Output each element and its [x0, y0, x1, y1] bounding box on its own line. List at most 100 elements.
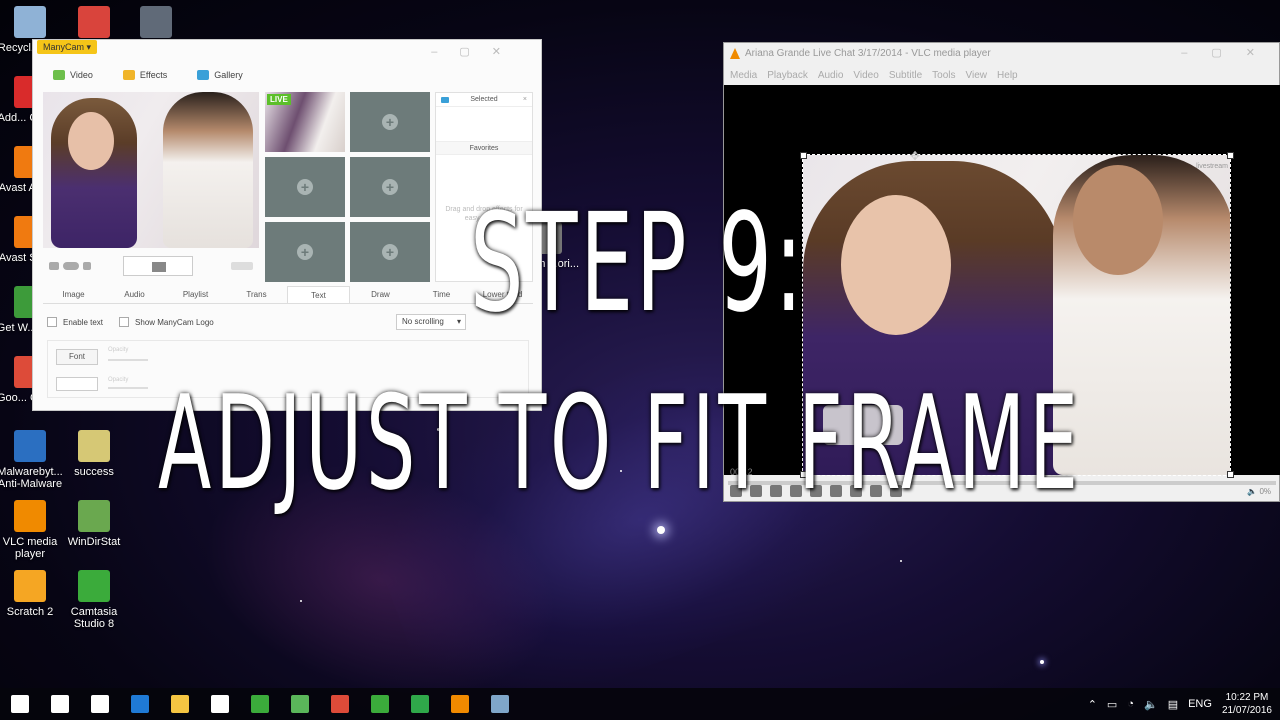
resize-handle-top-left[interactable] — [800, 152, 807, 159]
taskbar-windows-start[interactable] — [0, 688, 40, 720]
taskbar-file-explorer[interactable] — [160, 688, 200, 720]
menu-video[interactable]: Video — [853, 70, 878, 81]
vlc-window-controls[interactable]: –▢✕ — [1181, 46, 1279, 59]
scrolling-select[interactable]: No scrolling — [396, 314, 466, 330]
source-slot-add[interactable]: + — [265, 222, 345, 282]
manycam-window-controls[interactable]: –▢✕ — [431, 45, 523, 58]
taskbar-edge[interactable] — [120, 688, 160, 720]
manycam-icon — [491, 695, 509, 713]
livestream-watermark: livestream — [1196, 163, 1228, 170]
camera-small-icon[interactable] — [49, 262, 59, 270]
taskbar-vlc[interactable] — [440, 688, 480, 720]
menu-media[interactable]: Media — [730, 70, 757, 81]
show-logo-label: Show ManyCam Logo — [135, 317, 214, 327]
taskbar-search[interactable] — [40, 688, 80, 720]
tab-effects-label: Effects — [139, 70, 168, 80]
clock-time: 10:22 PM — [1225, 692, 1269, 703]
taskbar-tripadvisor[interactable] — [280, 688, 320, 720]
desktop-icon-label: WinDirStat — [67, 536, 121, 548]
desktop-icon[interactable]: Scratch 2 — [0, 570, 66, 618]
vlc-menu-bar: Media Playback Audio Video Subtitle Tools View… — [730, 70, 1018, 81]
tab-text[interactable]: Text — [287, 286, 350, 303]
tab-playlist[interactable]: Playlist — [165, 286, 226, 303]
source-slot-add[interactable]: + — [350, 222, 430, 282]
gallery-icon — [197, 70, 210, 80]
show-logo-checkbox[interactable] — [119, 317, 130, 327]
effects-icon — [122, 70, 135, 80]
resize-handle-top-right[interactable] — [1227, 152, 1234, 159]
app-icon — [140, 6, 172, 38]
color-swatch[interactable] — [56, 377, 98, 391]
store-icon — [211, 695, 229, 713]
video-face-left — [841, 195, 951, 335]
taskbar-task-view[interactable] — [80, 688, 120, 720]
menu-view[interactable]: View — [966, 70, 988, 81]
manycam-window[interactable]: ManyCam ▾ –▢✕ Video Effects Gallery LIVE… — [32, 39, 542, 411]
plus-icon: + — [382, 179, 398, 195]
chevron-up-icon[interactable]: ⌃ — [1088, 698, 1097, 711]
selected-icon — [441, 97, 449, 103]
app-icon — [14, 6, 46, 38]
tab-gallery[interactable]: Gallery — [197, 70, 243, 80]
toggle-icon[interactable] — [63, 262, 79, 270]
taskbar-apps — [0, 688, 520, 720]
source-slot-add[interactable]: + — [350, 92, 430, 152]
menu-help[interactable]: Help — [997, 70, 1018, 81]
desktop-icon[interactable]: WinDirStat — [58, 500, 130, 548]
language-indicator[interactable]: ENG — [1188, 698, 1212, 710]
desktop-icon-label: Scratch 2 — [6, 606, 54, 618]
menu-audio[interactable]: Audio — [818, 70, 844, 81]
volume-icon[interactable]: 🔈 — [1144, 698, 1158, 711]
taskbar-store[interactable] — [200, 688, 240, 720]
taskbar-camtasia-recorder[interactable] — [240, 688, 280, 720]
source-slot-add[interactable]: + — [350, 157, 430, 217]
desktop-icon[interactable]: VLC media player — [0, 500, 66, 560]
desktop-icon[interactable]: success — [58, 430, 130, 478]
snapshot-icon[interactable] — [83, 262, 91, 270]
taskbar-manycam[interactable] — [480, 688, 520, 720]
selected-header: Selected × — [436, 93, 532, 107]
manycam-brand-menu[interactable]: ManyCam ▾ — [37, 40, 98, 54]
desktop-icon[interactable]: Malwarebyt... Anti-Malware — [0, 430, 66, 490]
source-slot-live[interactable]: LIVE — [265, 92, 345, 152]
notification-icon[interactable]: ▤ — [1168, 698, 1178, 711]
enable-text-checkbox[interactable] — [47, 317, 57, 327]
tab-video[interactable]: Video — [53, 70, 93, 80]
tab-draw[interactable]: Draw — [350, 286, 411, 303]
menu-tools[interactable]: Tools — [932, 70, 955, 81]
speaker-icon: 🔈 — [1247, 487, 1258, 496]
windows-start-icon — [11, 695, 29, 713]
app-icon — [78, 430, 110, 462]
step-title: STEP 9: — [470, 185, 806, 343]
plus-icon: + — [382, 114, 398, 130]
network-icon[interactable]: ◔ — [1127, 698, 1134, 710]
resize-handle-bottom-right[interactable] — [1227, 471, 1234, 478]
taskbar-chrome[interactable] — [320, 688, 360, 720]
plus-icon: + — [297, 244, 313, 260]
menu-subtitle[interactable]: Subtitle — [889, 70, 922, 81]
volume-indicator[interactable]: 🔈 0% — [1247, 487, 1271, 496]
video-source-button[interactable] — [123, 256, 193, 276]
source-slot-add[interactable]: + — [265, 157, 345, 217]
text-options: Enable text Show ManyCam Logo — [47, 317, 214, 327]
font-button[interactable]: Font — [56, 349, 98, 365]
tab-effects[interactable]: Effects — [122, 70, 168, 80]
vlc-title-bar: Ariana Grande Live Chat 3/17/2014 - VLC … — [730, 48, 991, 59]
chrome-icon — [331, 695, 349, 713]
desktop-icon[interactable]: Camtasia Studio 8 — [58, 570, 130, 630]
taskbar-camtasia-editor[interactable] — [400, 688, 440, 720]
tab-video-label: Video — [70, 70, 93, 80]
file-explorer-icon — [171, 695, 189, 713]
opacity-slider[interactable] — [108, 359, 148, 361]
menu-playback[interactable]: Playback — [767, 70, 808, 81]
tab-image[interactable]: Image — [43, 286, 104, 303]
close-icon[interactable]: × — [523, 93, 527, 107]
battery-icon[interactable]: ▭ — [1107, 698, 1117, 711]
tab-audio[interactable]: Audio — [104, 286, 165, 303]
opacity-slider-2[interactable] — [108, 387, 148, 389]
clock[interactable]: 10:22 PM 21/07/2016 — [1222, 691, 1272, 717]
tab-time[interactable]: Time — [411, 286, 472, 303]
taskbar-camtasia-studio[interactable] — [360, 688, 400, 720]
tab-trans[interactable]: Trans — [226, 286, 287, 303]
camtasia-recorder-icon — [251, 695, 269, 713]
